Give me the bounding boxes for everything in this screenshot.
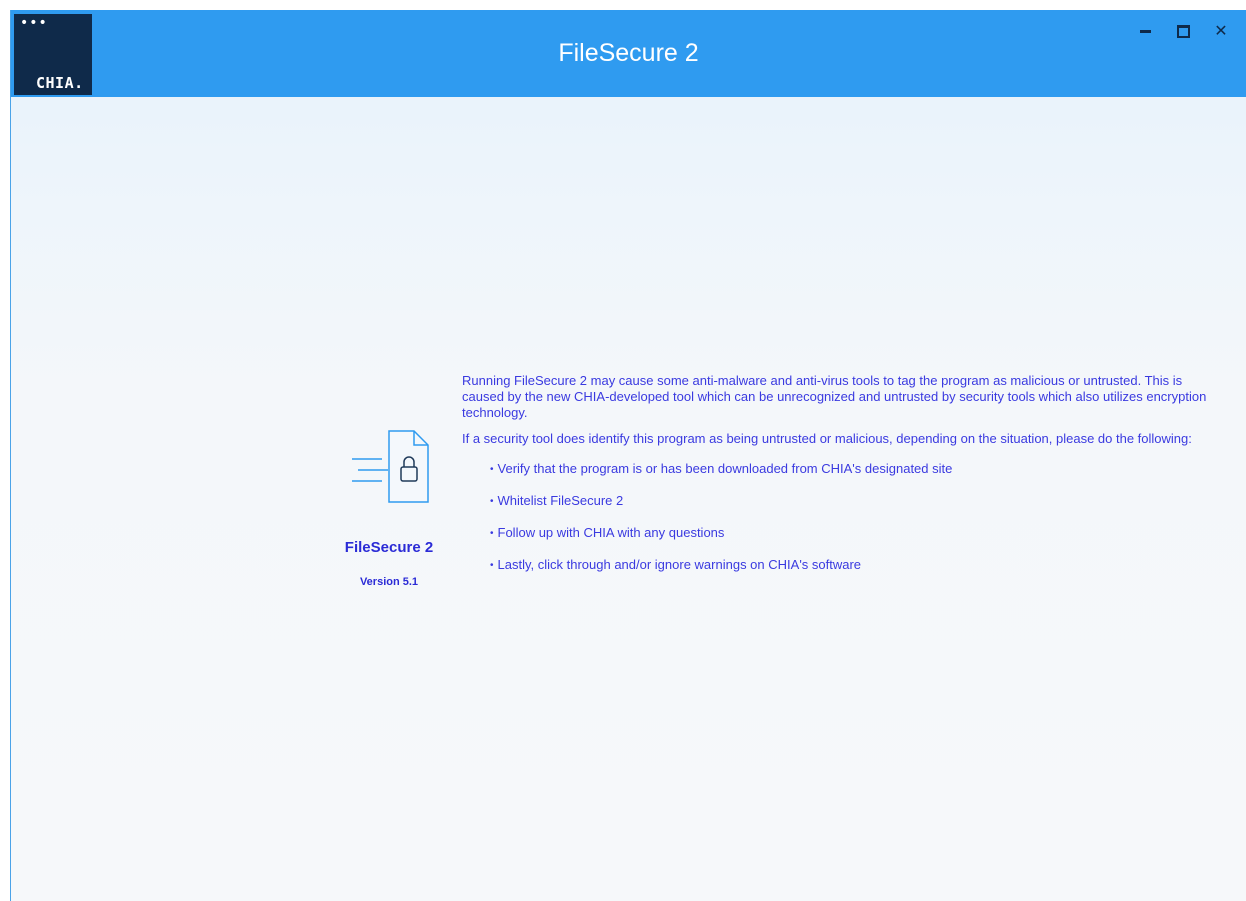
maximize-button[interactable] (1164, 18, 1202, 44)
title-bar[interactable]: ••• CHIA. FileSecure 2 ✕ (11, 10, 1246, 97)
message-paragraph-2: If a security tool does identify this pr… (462, 431, 1192, 446)
instructions-list: Verify that the program is or has been d… (462, 461, 1207, 574)
window-title: FileSecure 2 (558, 39, 699, 67)
list-item: Follow up with CHIA with any questions (490, 525, 1207, 542)
logo-text: CHIA. (36, 74, 84, 92)
secure-file-icon (352, 430, 429, 503)
message-paragraph-1: Running FileSecure 2 may cause some anti… (462, 373, 1207, 420)
close-button[interactable]: ✕ (1202, 18, 1240, 44)
product-name: FileSecure 2 (344, 539, 434, 556)
app-window: ••• CHIA. FileSecure 2 ✕ FileSecure 2 Ve… (10, 10, 1246, 901)
product-version: Version 5.1 (359, 576, 419, 588)
list-item: Verify that the program is or has been d… (490, 461, 1207, 478)
list-item: Whitelist FileSecure 2 (490, 493, 1207, 510)
message-content: Running FileSecure 2 may cause some anti… (462, 373, 1207, 589)
close-icon: ✕ (1214, 21, 1228, 40)
window-controls: ✕ (1126, 16, 1240, 46)
maximize-icon (1176, 24, 1190, 38)
logo-dots: ••• (20, 15, 48, 31)
minimize-button[interactable] (1126, 18, 1164, 44)
list-item: Lastly, click through and/or ignore warn… (490, 557, 1207, 574)
minimize-icon (1139, 29, 1151, 33)
